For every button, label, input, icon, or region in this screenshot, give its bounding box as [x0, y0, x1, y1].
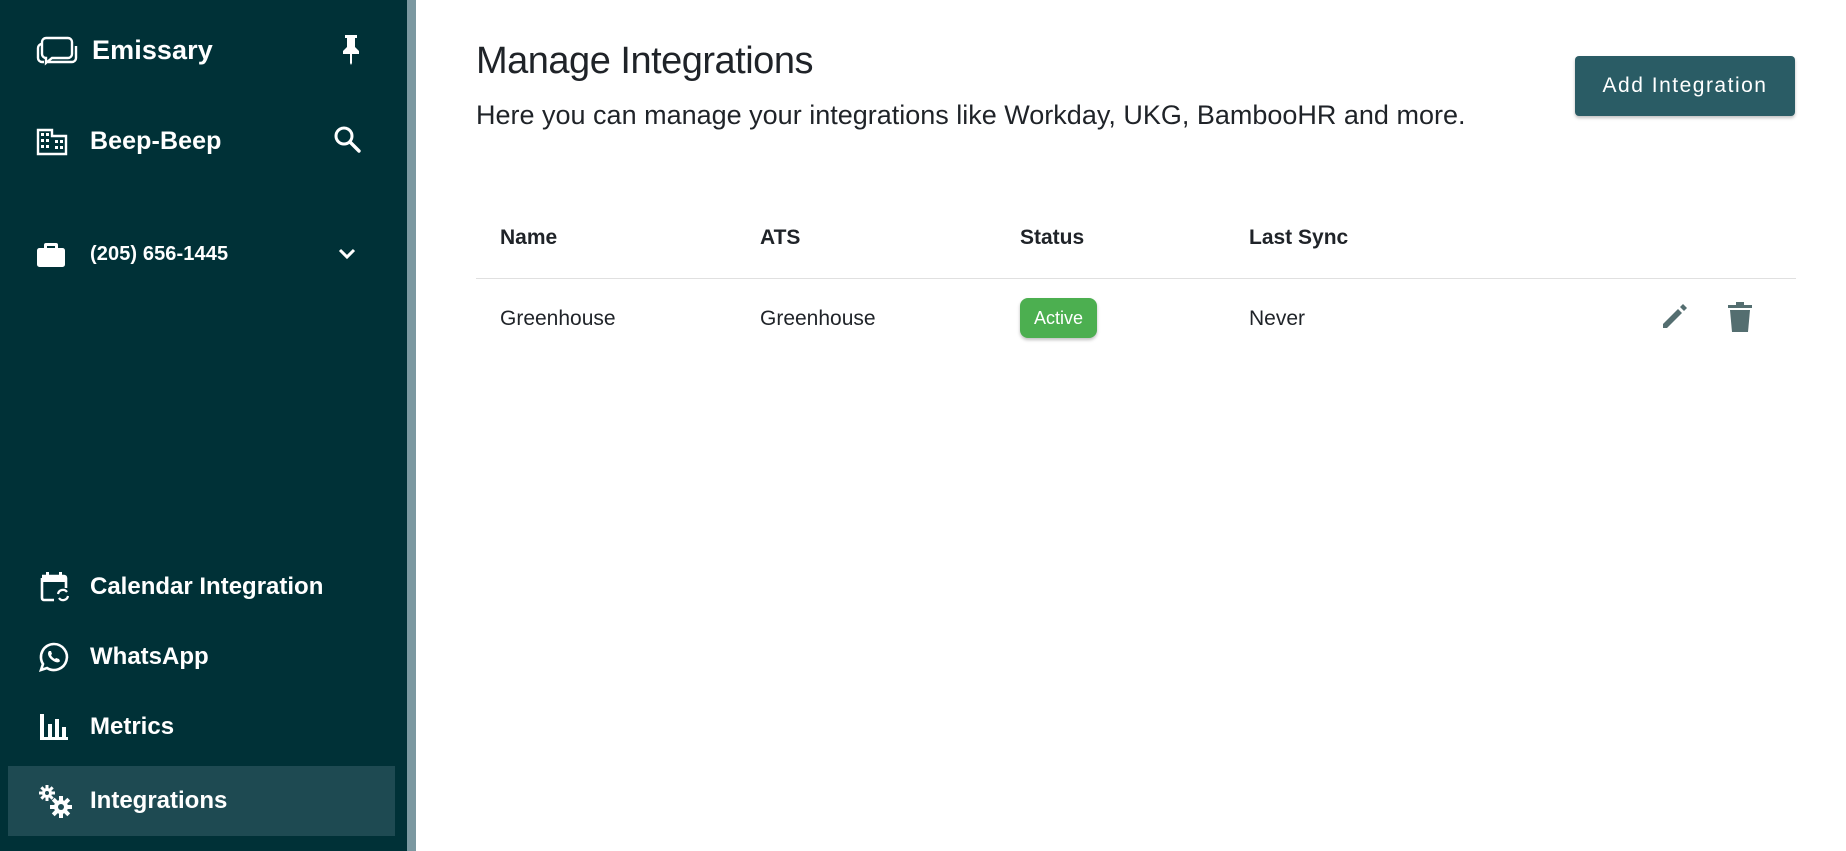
sidebar-item-integrations[interactable]: Integrations [8, 766, 395, 836]
chevron-down-icon[interactable] [329, 236, 365, 272]
sidebar: Emissary Beep-Beep (205) 656-1445 Calend… [0, 0, 407, 851]
chat-bubbles-icon [36, 30, 92, 70]
org-row[interactable]: Beep-Beep [36, 121, 222, 161]
edit-icon[interactable] [1656, 299, 1692, 335]
bar-chart-icon [38, 712, 90, 742]
whatsapp-icon [38, 641, 90, 673]
briefcase-icon [36, 234, 90, 274]
add-integration-button[interactable]: Add Integration [1575, 56, 1795, 116]
column-header-status[interactable]: Status [1020, 226, 1084, 250]
trash-icon[interactable] [1722, 299, 1758, 335]
pin-icon[interactable] [333, 31, 369, 67]
phone-selector[interactable]: (205) 656-1445 [36, 234, 228, 274]
table-row[interactable]: Greenhouse Greenhouse Never [476, 279, 1796, 359]
column-header-name[interactable]: Name [500, 226, 557, 250]
brand-row: Emissary [36, 30, 213, 70]
column-header-ats[interactable]: ATS [760, 226, 800, 250]
sidebar-item-label: Integrations [90, 787, 228, 814]
brand-name: Emissary [92, 34, 213, 65]
sidebar-item-label: Calendar Integration [90, 573, 324, 600]
org-name: Beep-Beep [90, 126, 222, 155]
page-subtitle: Here you can manage your integrations li… [476, 100, 1466, 130]
phone-number: (205) 656-1445 [90, 242, 229, 265]
sidebar-item-metrics[interactable]: Metrics [8, 692, 395, 762]
search-icon[interactable] [329, 121, 365, 157]
integrations-table: Name ATS Status Last Sync Greenhouse Gre… [476, 200, 1796, 359]
sidebar-resize-handle[interactable] [407, 0, 416, 851]
calendar-sync-icon [38, 570, 90, 604]
cell-ats: Greenhouse [760, 307, 876, 330]
status-badge: Active [1020, 298, 1098, 338]
sidebar-item-label: Metrics [90, 713, 175, 740]
cell-last-sync: Never [1249, 307, 1306, 330]
column-header-last-sync[interactable]: Last Sync [1249, 226, 1348, 250]
cell-name: Greenhouse [500, 307, 616, 330]
building-icon [36, 121, 90, 161]
gears-icon [38, 784, 90, 818]
page-title: Manage Integrations [476, 40, 813, 82]
sidebar-item-label: WhatsApp [90, 643, 209, 670]
sidebar-item-calendar-integration[interactable]: Calendar Integration [8, 552, 395, 622]
table-header: Name ATS Status Last Sync [476, 200, 1796, 279]
sidebar-item-whatsapp[interactable]: WhatsApp [8, 622, 395, 692]
